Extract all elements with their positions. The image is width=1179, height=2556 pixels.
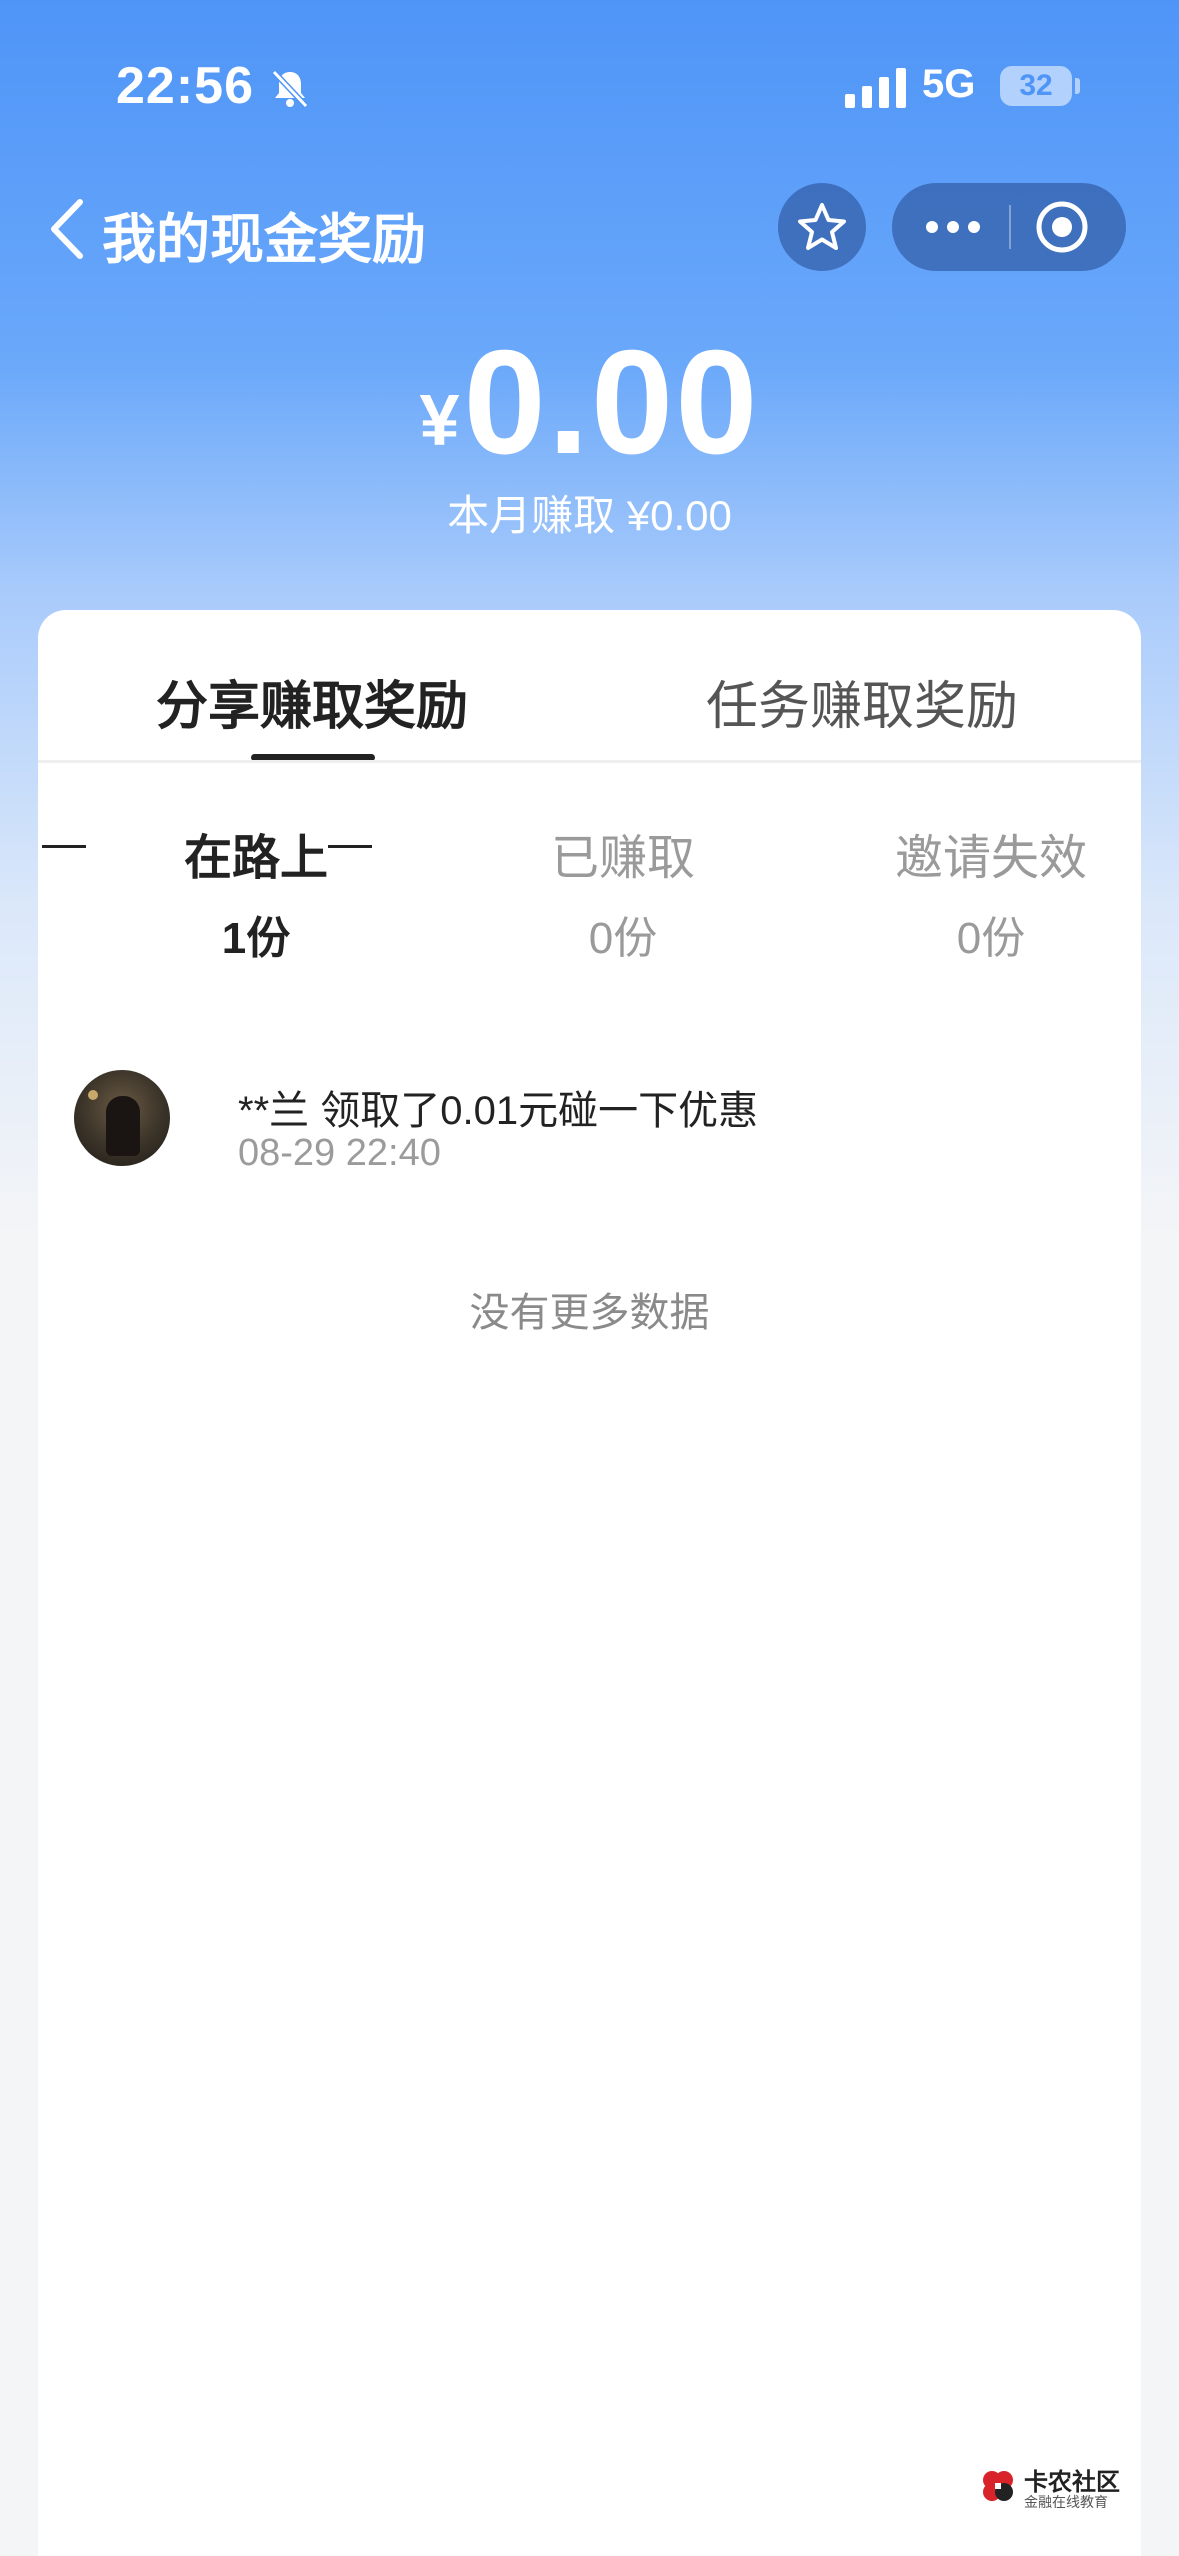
subtab-invite-invalid[interactable]: 邀请失效 0份: [831, 818, 1151, 966]
favorite-button[interactable]: [778, 183, 866, 271]
subtab-on-the-way[interactable]: 在路上 1份: [96, 818, 416, 966]
back-chevron-icon[interactable]: [46, 196, 90, 262]
amount-value: 0.00: [463, 320, 760, 485]
avatar-figure: [106, 1096, 140, 1156]
close-target-icon[interactable]: [1034, 199, 1090, 255]
tab-divider: [38, 760, 1141, 763]
active-subtab-dash-left: [42, 845, 86, 848]
more-dots-icon[interactable]: [924, 213, 982, 241]
watermark-logo-icon: [983, 2471, 1013, 2501]
rewards-card: 分享赚取奖励 任务赚取奖励 在路上 1份 已赚取 0份 邀请失效 0份 **兰 …: [38, 610, 1141, 2556]
tab-task-rewards[interactable]: 任务赚取奖励: [706, 664, 1018, 739]
avatar: [74, 1070, 170, 1166]
record-text: **兰 领取了0.01元碰一下优惠: [238, 1089, 759, 1133]
network-type: 5G: [922, 62, 976, 106]
subtab-count: 0份: [956, 914, 1026, 963]
tab-share-rewards[interactable]: 分享赚取奖励: [156, 664, 468, 739]
status-time: 22:56: [116, 57, 254, 115]
capsule-divider: [1009, 205, 1011, 249]
subtab-count: 1份: [221, 914, 291, 963]
total-amount: ¥0.00: [0, 318, 1179, 488]
battery-tip: [1075, 78, 1080, 94]
star-icon: [798, 203, 846, 250]
bell-muted-icon: [271, 69, 309, 109]
subtab-earned[interactable]: 已赚取 0份: [463, 818, 783, 966]
signal-icon: [845, 68, 906, 108]
subtab-count: 0份: [588, 914, 658, 963]
avatar-detail: [88, 1090, 98, 1100]
subtab-label: 已赚取: [550, 832, 695, 885]
watermark: 卡农社区 金融在线教育: [978, 2462, 1128, 2512]
month-earned: 本月赚取 ¥0.00: [447, 492, 732, 539]
list-item[interactable]: **兰 领取了0.01元碰一下优惠 08-29 22:40: [74, 1070, 1104, 1180]
subtab-label: 邀请失效: [894, 832, 1087, 885]
page-title: 我的现金奖励: [102, 210, 426, 270]
battery-icon: 32: [1000, 66, 1072, 106]
watermark-subtitle: 金融在线教育: [1024, 2494, 1108, 2510]
record-time: 08-29 22:40: [238, 1132, 441, 1174]
miniprogram-capsule: [892, 183, 1126, 271]
currency-symbol: ¥: [419, 381, 460, 461]
no-more-data: 没有更多数据: [469, 1291, 710, 1335]
subtab-label: 在路上: [183, 832, 328, 885]
